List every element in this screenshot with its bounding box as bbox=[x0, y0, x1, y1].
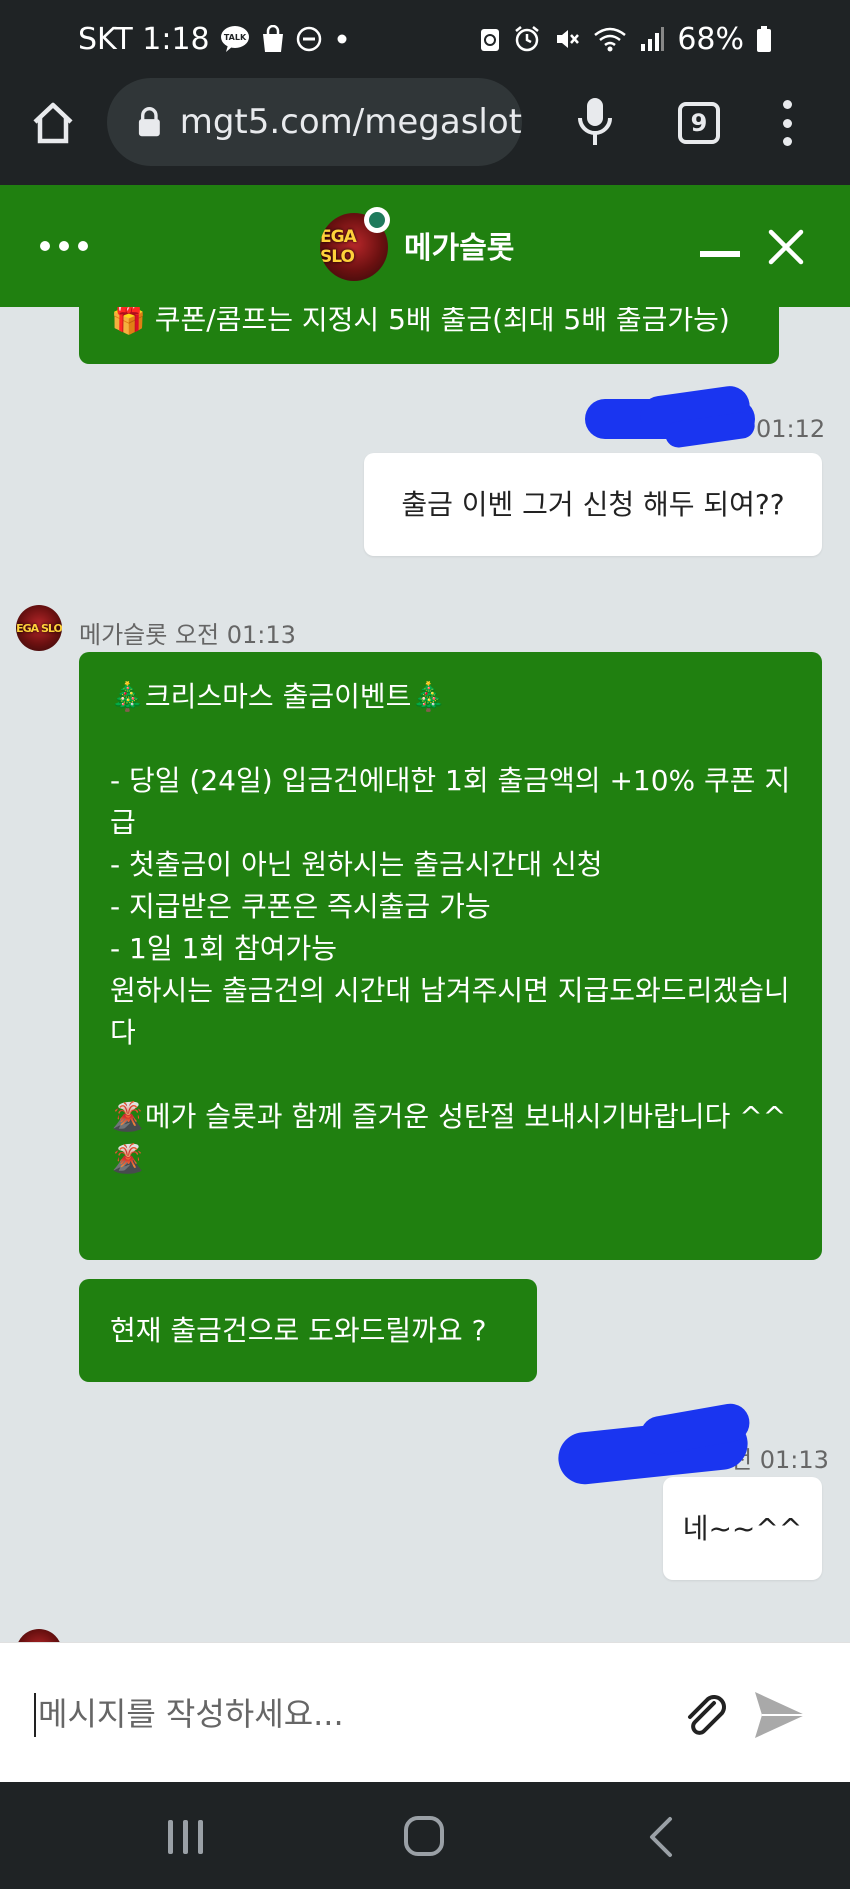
chat-header: EGA SLO 메가슬롯 bbox=[0, 185, 850, 307]
chat-title: 메가슬롯 bbox=[404, 231, 515, 266]
event-title: 🎄크리스마스 출금이벤트🎄 bbox=[110, 680, 447, 713]
battery-icon bbox=[756, 25, 772, 53]
tab-switcher-button[interactable]: 9 bbox=[678, 102, 720, 144]
send-icon bbox=[755, 1692, 805, 1738]
logo-text: EGA SLO bbox=[16, 621, 62, 635]
system-back-button[interactable] bbox=[648, 1816, 674, 1858]
svg-text:TALK: TALK bbox=[223, 33, 246, 42]
close-button[interactable] bbox=[766, 227, 806, 267]
alarm-icon bbox=[513, 25, 541, 53]
menu-dot bbox=[782, 118, 792, 128]
send-button[interactable] bbox=[752, 1689, 808, 1741]
message-composer bbox=[0, 1642, 850, 1782]
recent-apps-button[interactable] bbox=[166, 1818, 206, 1856]
carrier-time: SKT 1:18 bbox=[78, 21, 210, 57]
message-text: 현재 출금건으로 도와드릴까요 ? bbox=[110, 1313, 487, 1347]
agent-sender-name: 메가슬롯 bbox=[79, 621, 168, 649]
shopping-bag-icon bbox=[260, 25, 286, 53]
message-bubble-user: 네~~^^ bbox=[663, 1477, 822, 1580]
dnd-icon bbox=[296, 26, 322, 52]
home-icon bbox=[33, 102, 73, 144]
wifi-icon bbox=[593, 25, 627, 53]
system-navigation-bar bbox=[0, 1782, 850, 1889]
lock-icon bbox=[138, 107, 160, 137]
browser-toolbar: mgt5.com/megaslot 9 bbox=[0, 78, 850, 185]
mute-icon bbox=[553, 25, 581, 53]
message-text: 출금 이벤 그거 신청 해두 되여?? bbox=[401, 487, 785, 521]
message-text: 네~~^^ bbox=[682, 1511, 803, 1545]
chat-more-button[interactable] bbox=[40, 241, 88, 253]
url-bar[interactable]: mgt5.com/megaslot bbox=[107, 78, 522, 166]
agent-sender-meta: 메가슬롯 오전 01:13 bbox=[79, 615, 296, 650]
message-bubble-agent-partial: 🎁 쿠폰/콤프는 지정시 5배 출금(최대 5배 출금가능) bbox=[79, 307, 779, 364]
talk-icon: TALK bbox=[220, 25, 250, 53]
battery-percent: 68% bbox=[677, 21, 744, 57]
chat-message-list[interactable]: 🎁 쿠폰/콤프는 지정시 5배 출금(최대 5배 출금가능) 오 01:12 출… bbox=[0, 307, 850, 1642]
more-dot bbox=[59, 241, 69, 251]
online-status-indicator bbox=[364, 207, 390, 233]
agent-avatar-partial bbox=[16, 1629, 62, 1642]
event-closing: 🌋메가 슬롯과 함께 즐거운 성탄절 보내시기바랍니다 ^^🌋 bbox=[110, 1100, 787, 1175]
message-time: 01:12 bbox=[756, 415, 826, 443]
close-icon bbox=[768, 229, 804, 265]
status-left: SKT 1:18 TALK bbox=[78, 22, 352, 57]
browser-menu-button[interactable] bbox=[780, 100, 794, 146]
mic-icon bbox=[578, 98, 612, 145]
event-body: - 당일 (24일) 입금건에대한 1회 출금액의 +10% 쿠폰 지급 - 첫… bbox=[110, 764, 791, 1049]
menu-dot bbox=[782, 100, 792, 109]
status-bar: SKT 1:18 TALK 68% bbox=[0, 0, 850, 78]
status-right: 68% bbox=[479, 22, 772, 57]
paperclip-icon bbox=[688, 1695, 726, 1735]
message-bubble-agent: 현재 출금건으로 도와드릴까요 ? bbox=[79, 1279, 537, 1382]
home-button[interactable] bbox=[28, 98, 78, 148]
message-bubble-user: 출금 이벤 그거 신청 해두 되여?? bbox=[364, 453, 822, 556]
attach-file-button[interactable] bbox=[680, 1689, 732, 1741]
more-dot bbox=[78, 241, 88, 251]
message-input[interactable] bbox=[38, 1689, 638, 1739]
menu-dot bbox=[782, 137, 792, 146]
voice-search-button[interactable] bbox=[575, 96, 615, 148]
agent-avatar: EGA SLO bbox=[16, 605, 62, 651]
more-dot bbox=[40, 241, 50, 251]
recents-icon bbox=[168, 1820, 203, 1854]
home-square-icon bbox=[404, 1816, 444, 1856]
minimize-button[interactable] bbox=[700, 251, 740, 257]
message-bubble-agent-event: 🎄크리스마스 출금이벤트🎄 - 당일 (24일) 입금건에대한 1회 출금액의 … bbox=[79, 652, 822, 1260]
back-chevron-icon bbox=[650, 1817, 672, 1857]
recycle-icon bbox=[479, 25, 501, 53]
signal-icon bbox=[639, 26, 665, 52]
tab-count: 9 bbox=[690, 109, 708, 137]
url-text: mgt5.com/megaslot bbox=[179, 102, 522, 142]
logo-text: EGA SLO bbox=[320, 227, 357, 267]
message-text: 🎁 쿠폰/콤프는 지정시 5배 출금(최대 5배 출금가능) bbox=[111, 307, 730, 336]
agent-message-time: 오전 01:13 bbox=[174, 621, 296, 649]
system-home-button[interactable] bbox=[402, 1814, 446, 1858]
dot-icon bbox=[332, 29, 352, 49]
text-caret bbox=[34, 1693, 36, 1737]
